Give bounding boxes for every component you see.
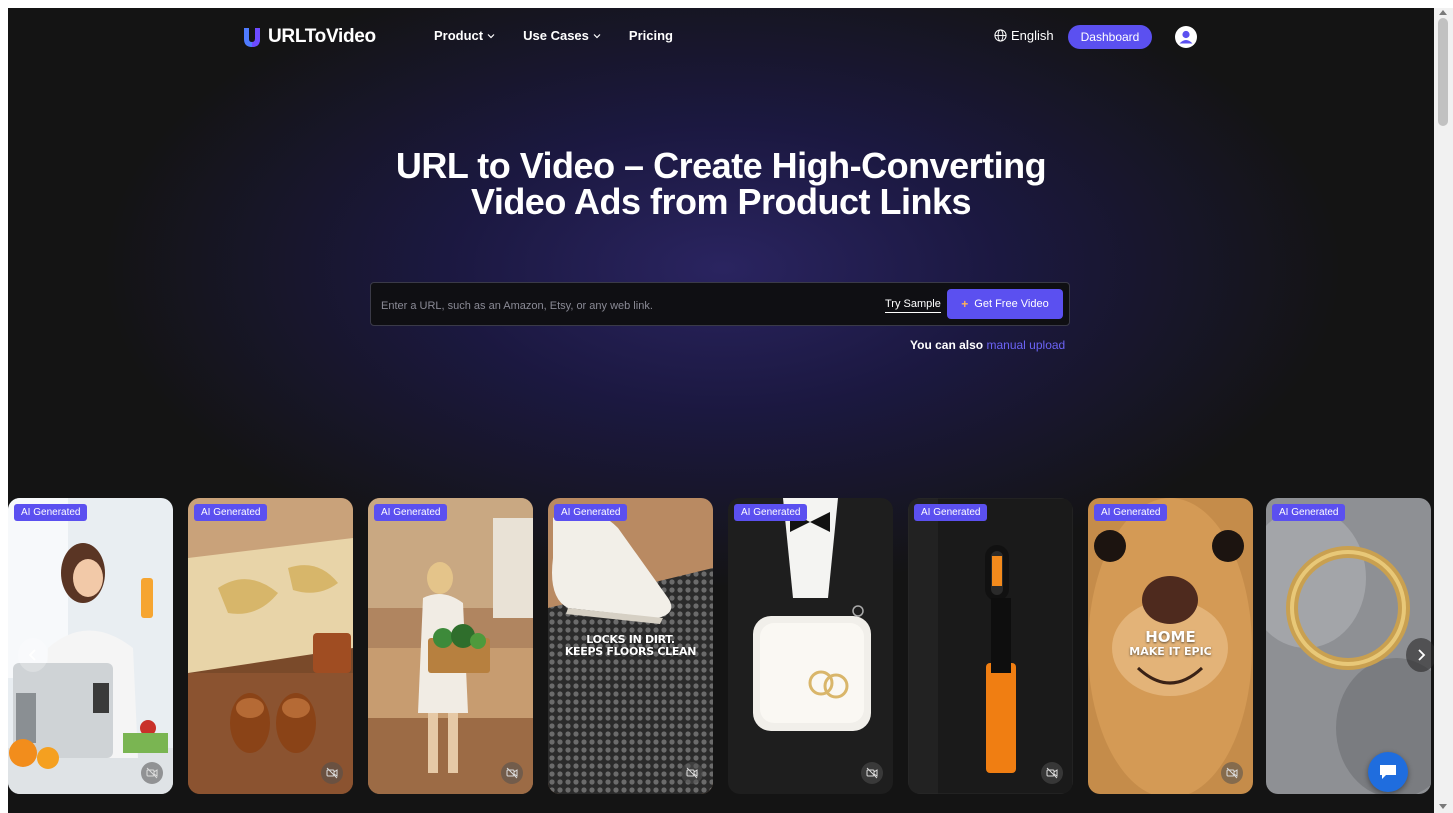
chevron-right-icon — [1418, 649, 1426, 661]
ai-generated-badge: AI Generated — [554, 504, 628, 521]
manual-upload-link[interactable]: manual upload — [986, 338, 1065, 352]
video-thumbnail — [908, 498, 1073, 794]
url-search-box: Try Sample + Get Free Video — [370, 282, 1070, 326]
ai-generated-badge: AI Generated — [194, 504, 268, 521]
scrollbar-thumb[interactable] — [1438, 18, 1448, 126]
chat-support-button[interactable] — [1368, 752, 1408, 792]
dashboard-button[interactable]: Dashboard — [1068, 25, 1152, 49]
chevron-down-icon — [593, 33, 601, 38]
ai-generated-badge: AI Generated — [1094, 504, 1168, 521]
card-caption-line-1: HOME — [1145, 628, 1196, 646]
scroll-down-icon[interactable] — [1439, 804, 1447, 809]
nav-item-use-cases[interactable]: Use Cases — [523, 28, 601, 43]
video-card[interactable]: AI Generated — [188, 498, 353, 794]
mute-icon — [866, 767, 878, 779]
nav-item-label: Use Cases — [523, 28, 589, 43]
mute-icon — [326, 767, 338, 779]
user-icon[interactable] — [1174, 25, 1198, 49]
nav-item-label: Pricing — [628, 28, 673, 43]
sparkle-icon: + — [961, 297, 969, 311]
get-free-video-button[interactable]: + Get Free Video — [947, 289, 1063, 319]
mute-button[interactable] — [861, 762, 883, 784]
video-card[interactable]: AI Generated — [728, 498, 893, 794]
ai-generated-badge: AI Generated — [734, 504, 808, 521]
video-thumbnail — [188, 498, 353, 794]
video-thumbnail — [1266, 498, 1431, 794]
card-caption-line-1: LOCKS IN DIRT. — [586, 633, 675, 646]
mute-icon — [146, 767, 158, 779]
upload-prefix: You can also — [910, 338, 984, 352]
nav-item-label: Product — [434, 28, 484, 43]
hero-title-line-2: Video Ads from Product Links — [470, 181, 972, 222]
page-viewport: URLToVideo Product Use Cases Pricing Eng… — [8, 8, 1434, 813]
mute-button[interactable] — [1221, 762, 1243, 784]
video-card[interactable]: HOME MAKE IT EPIC AI Generated — [1088, 498, 1253, 794]
video-card[interactable]: LOCKS IN DIRT. KEEPS FLOORS CLEAN AI Gen… — [548, 498, 713, 794]
get-free-video-label: Get Free Video — [974, 298, 1049, 310]
main-nav: Product Use Cases Pricing — [434, 28, 673, 43]
video-card[interactable]: AI Generated — [1266, 498, 1431, 794]
hero-title: URL to Video – Create High-Converting Vi… — [8, 148, 1434, 220]
mute-icon — [506, 767, 518, 779]
brand-name: URLToVideo — [268, 26, 376, 47]
mute-button[interactable] — [141, 762, 163, 784]
language-selector[interactable]: English — [994, 28, 1054, 43]
language-label: English — [1011, 28, 1054, 43]
mute-icon — [686, 767, 698, 779]
nav-item-product[interactable]: Product — [434, 28, 495, 43]
chat-icon — [1380, 765, 1396, 779]
nav-item-pricing[interactable]: Pricing — [629, 28, 673, 43]
globe-icon — [994, 29, 1007, 42]
card-caption-line-2: MAKE IT EPIC — [1129, 645, 1212, 658]
mute-button[interactable] — [681, 762, 703, 784]
url-input[interactable] — [379, 295, 863, 317]
carousel-next-button[interactable] — [1406, 638, 1434, 672]
try-sample-link[interactable]: Try Sample — [885, 298, 941, 313]
video-card[interactable]: AI Generated — [908, 498, 1073, 794]
mute-button[interactable] — [321, 762, 343, 784]
ai-generated-badge: AI Generated — [374, 504, 448, 521]
scroll-up-icon[interactable] — [1439, 10, 1447, 15]
video-thumbnail — [368, 498, 533, 794]
video-card[interactable]: AI Generated — [368, 498, 533, 794]
card-caption-line-2: KEEPS FLOORS CLEAN — [564, 645, 697, 658]
ai-generated-badge: AI Generated — [14, 504, 88, 521]
ai-generated-badge: AI Generated — [1272, 504, 1346, 521]
brand-logo[interactable]: URLToVideo — [242, 26, 376, 48]
video-thumbnail — [728, 498, 893, 794]
ai-generated-badge: AI Generated — [914, 504, 988, 521]
page-scrollbar[interactable] — [1434, 8, 1453, 813]
mute-button[interactable] — [1041, 762, 1063, 784]
video-carousel: AI Generated AI Generated AI Generated L… — [8, 498, 1434, 798]
chevron-down-icon — [487, 33, 495, 38]
chevron-left-icon — [28, 649, 36, 661]
manual-upload-line: You can also manual upload — [910, 338, 1065, 352]
carousel-prev-button[interactable] — [18, 638, 48, 672]
mute-icon — [1226, 767, 1238, 779]
hero-title-line-1: URL to Video – Create High-Converting — [395, 145, 1047, 186]
mute-button[interactable] — [501, 762, 523, 784]
mute-icon — [1046, 767, 1058, 779]
logo-icon — [244, 28, 260, 47]
